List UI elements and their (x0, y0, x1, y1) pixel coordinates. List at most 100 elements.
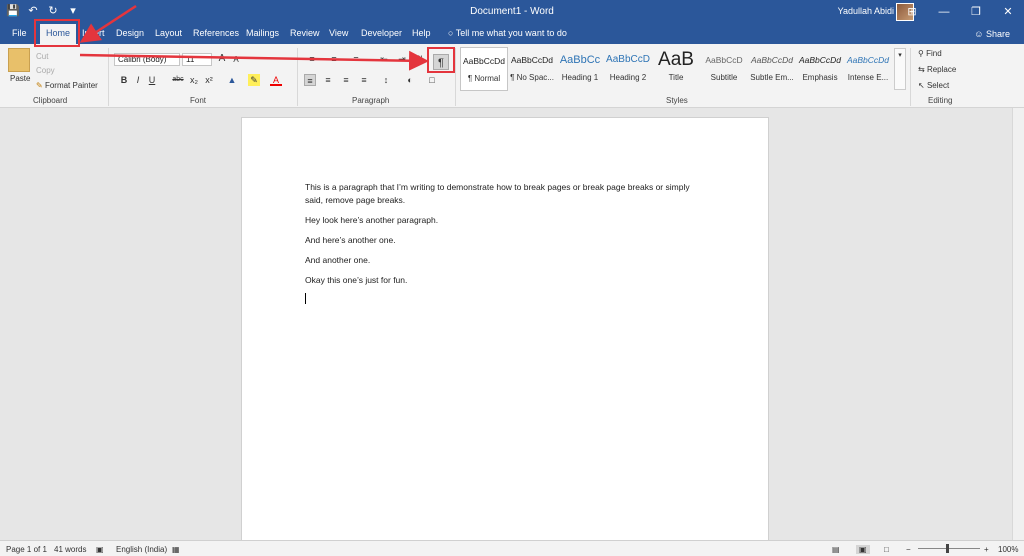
font-name-select[interactable]: Calibri (Body) (114, 53, 180, 66)
tab-insert[interactable]: Insert (82, 28, 105, 38)
group-divider (297, 48, 298, 106)
vertical-scrollbar[interactable] (1012, 108, 1024, 540)
paragraph-3[interactable]: And here’s another one. (305, 234, 695, 247)
align-right-icon[interactable]: ≡ (340, 74, 352, 86)
style-sample: AaBbCcDd (798, 55, 842, 65)
ribbon-display-options-icon[interactable]: ⊞ (896, 0, 928, 24)
lightbulb-icon: ○ (448, 28, 456, 38)
font-color-button[interactable]: A (270, 74, 282, 86)
read-mode-icon[interactable]: ▤ (832, 545, 840, 554)
page-count[interactable]: Page 1 of 1 (6, 545, 47, 554)
shading-icon[interactable]: ◐ (404, 74, 416, 86)
restore-button[interactable]: ❐ (960, 0, 992, 24)
tab-layout[interactable]: Layout (155, 28, 182, 38)
zoom-out-button[interactable]: − (906, 545, 911, 554)
tab-review[interactable]: Review (290, 28, 320, 38)
user-name[interactable]: Yadullah Abidi (838, 6, 894, 16)
paragraph-4[interactable]: And another one. (305, 254, 695, 267)
group-divider (910, 48, 911, 106)
zoom-level[interactable]: 100% (998, 545, 1018, 554)
tab-design[interactable]: Design (116, 28, 144, 38)
proofing-icon[interactable]: ▣ (96, 545, 104, 554)
bullets-icon[interactable]: ≡ (306, 53, 318, 65)
close-button[interactable]: ✕ (992, 0, 1024, 24)
font-size-select[interactable]: 11 (182, 53, 212, 66)
language-indicator[interactable]: English (India) (116, 545, 167, 554)
style-emphasis[interactable]: AaBbCcDd Emphasis (796, 47, 844, 91)
grow-font-icon[interactable]: A (216, 53, 228, 65)
subscript-button[interactable]: x₂ (188, 74, 200, 86)
document-page[interactable]: This is a paragraph that I’m writing to … (241, 117, 769, 547)
shrink-font-icon[interactable]: A (230, 54, 242, 66)
print-layout-icon[interactable]: ▣ (856, 545, 870, 554)
style-no-spacing[interactable]: AaBbCcDd ¶ No Spac... (508, 47, 556, 91)
zoom-in-button[interactable]: + (984, 545, 989, 554)
zoom-slider[interactable] (918, 548, 980, 549)
paragraph-1[interactable]: This is a paragraph that I’m writing to … (305, 181, 695, 206)
borders-icon[interactable]: □ (426, 74, 438, 86)
superscript-button[interactable]: x² (203, 74, 215, 86)
share-button[interactable]: ☺ Share (974, 29, 1010, 39)
text-effects-icon[interactable]: ▲ (226, 74, 238, 86)
increase-indent-icon[interactable]: ⇥ (396, 53, 408, 65)
tab-help[interactable]: Help (412, 28, 431, 38)
tab-references[interactable]: References (193, 28, 239, 38)
style-title[interactable]: AaB Title (652, 47, 700, 91)
line-spacing-icon[interactable]: ↕ (380, 74, 392, 86)
search-icon: ⚲ (918, 49, 927, 58)
ribbon: Paste Cut Copy ✎ Format Painter Clipboar… (0, 44, 1024, 108)
paragraph-2[interactable]: Hey look here’s another paragraph. (305, 214, 695, 227)
home-tab-highlight (34, 19, 80, 47)
minimize-button[interactable]: — (928, 0, 960, 24)
styles-gallery: AaBbCcDd ¶ Normal AaBbCcDd ¶ No Spac... … (460, 47, 892, 91)
word-count[interactable]: 41 words (54, 545, 86, 554)
zoom-slider-handle[interactable] (946, 544, 949, 553)
paste-icon[interactable] (8, 48, 30, 72)
tell-me-search[interactable]: ○ Tell me what you want to do (448, 28, 567, 38)
numbering-icon[interactable]: ≡ (328, 53, 340, 65)
paste-button[interactable]: Paste (10, 74, 30, 83)
tab-developer[interactable]: Developer (361, 28, 402, 38)
decrease-indent-icon[interactable]: ⇤ (378, 53, 390, 65)
replace-label: Replace (926, 65, 957, 74)
replace-icon: ⇆ (918, 65, 927, 74)
style-intense-emphasis[interactable]: AaBbCcDd Intense E... (844, 47, 892, 91)
font-group-label: Font (190, 96, 207, 105)
style-sample: AaBbCcDd (846, 55, 890, 65)
group-divider (455, 48, 456, 106)
web-layout-icon[interactable]: □ (884, 545, 889, 554)
status-bar: Page 1 of 1 41 words ▣ English (India) ▦… (0, 540, 1024, 556)
align-center-icon[interactable]: ≡ (322, 74, 334, 86)
style-subtitle[interactable]: AaBbCcD Subtitle (700, 47, 748, 91)
tab-file[interactable]: File (12, 28, 27, 38)
style-sample: AaBbCcDd (510, 55, 554, 65)
macro-icon[interactable]: ▦ (172, 545, 180, 554)
bold-button[interactable]: B (118, 74, 130, 86)
highlight-icon[interactable]: ✎ (248, 74, 260, 86)
sort-icon[interactable]: ⇅ (414, 53, 426, 65)
align-left-icon[interactable]: ≡ (304, 74, 316, 86)
multilevel-list-icon[interactable]: ≡ (350, 53, 362, 65)
cut-button[interactable]: Cut (36, 52, 48, 61)
strikethrough-button[interactable]: abc (170, 74, 186, 86)
format-painter-label: Format Painter (44, 81, 98, 90)
style-heading-1[interactable]: AaBbCc Heading 1 (556, 47, 604, 91)
share-label: Share (985, 29, 1010, 39)
find-button[interactable]: ⚲ Find (918, 49, 942, 58)
style-normal[interactable]: AaBbCcDd ¶ Normal (460, 47, 508, 91)
styles-scroll-icon[interactable]: ▾ (894, 48, 906, 90)
clipboard-group-label: Clipboard (33, 96, 68, 105)
copy-button[interactable]: Copy (36, 66, 55, 75)
underline-button[interactable]: U (146, 74, 158, 86)
style-subtle-emphasis[interactable]: AaBbCcDd Subtle Em... (748, 47, 796, 91)
select-button[interactable]: ↖ Select (918, 81, 949, 90)
justify-icon[interactable]: ≡ (358, 74, 370, 86)
format-painter-button[interactable]: ✎ Format Painter (36, 81, 98, 90)
italic-button[interactable]: I (132, 74, 144, 86)
paragraph-5[interactable]: Okay this one’s just for fun. (305, 274, 695, 287)
style-heading-2[interactable]: AaBbCcD Heading 2 (604, 47, 652, 91)
replace-button[interactable]: ⇆ Replace (918, 65, 956, 74)
find-label: Find (926, 49, 942, 58)
tab-view[interactable]: View (329, 28, 348, 38)
tab-mailings[interactable]: Mailings (246, 28, 279, 38)
